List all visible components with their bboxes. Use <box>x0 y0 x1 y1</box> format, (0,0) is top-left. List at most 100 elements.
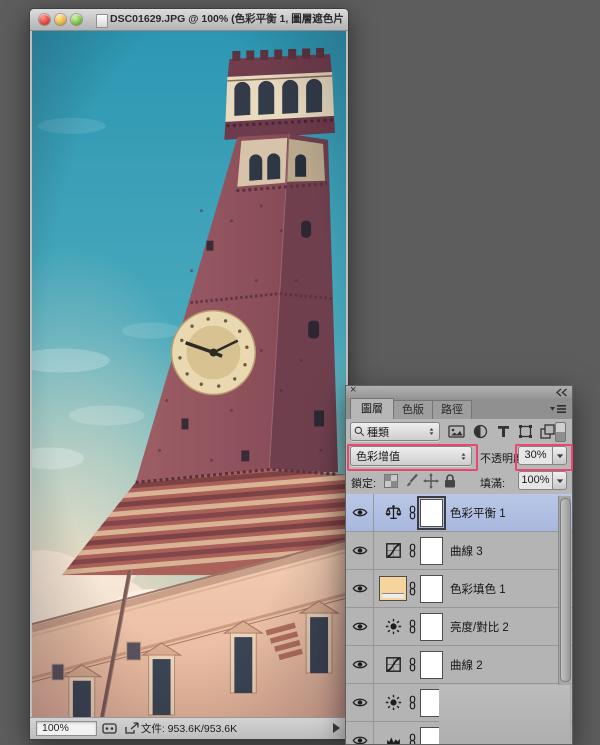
color-balance-icon[interactable] <box>385 504 402 521</box>
blend-row: 色彩增值 不透明度: 30% <box>346 444 573 471</box>
layer-icon-holder[interactable] <box>379 608 407 645</box>
tab-channels[interactable]: 色版 <box>393 400 433 419</box>
search-icon <box>354 426 365 437</box>
layer-icon-holder[interactable] <box>379 646 407 683</box>
filter-kind-dropdown[interactable]: 種類 <box>350 422 440 441</box>
eye-icon[interactable] <box>352 659 368 670</box>
layer-name: 色彩平衡 1 <box>450 507 506 520</box>
mask-link-icon[interactable] <box>408 543 417 558</box>
eye-icon[interactable] <box>352 735 368 744</box>
layer-icon-holder[interactable] <box>379 570 407 607</box>
minimize-button[interactable] <box>55 14 66 25</box>
layer-mask-thumbnail[interactable] <box>417 496 446 530</box>
layer-name: 曲線 3 <box>450 545 483 558</box>
panel-menu-icon[interactable] <box>549 403 567 415</box>
eye-icon[interactable] <box>352 507 368 518</box>
layers-list: 色彩平衡 1 曲線 3 色彩填色 1 亮度/對比 2 曲線 2 <box>346 494 572 744</box>
lock-transparency-icon[interactable] <box>383 473 399 489</box>
status-bar: 100% 文件: 953.6K/953.6K <box>30 717 348 739</box>
layer-icon-holder[interactable] <box>379 722 407 744</box>
panel-close-icon[interactable]: × <box>350 384 356 396</box>
layer-name: 曲線 2 <box>450 659 483 672</box>
type-layers-filter-icon[interactable] <box>495 423 512 440</box>
filter-row: 種類 <box>346 419 572 444</box>
layer-name: 亮度/對比 2 <box>450 621 509 634</box>
pixel-layers-filter-icon[interactable] <box>448 423 465 440</box>
visibility-cell[interactable] <box>346 532 374 569</box>
layer-name: 色彩填色 1 <box>450 583 506 596</box>
layer-icon-holder[interactable] <box>379 684 407 721</box>
layer-mask-thumbnail[interactable] <box>420 651 443 679</box>
layers-panel: × 圖層 色版 路徑 種類 色彩增值 不透明度: 30% 鎖定: 填滿: 100… <box>345 384 573 745</box>
mask-link-icon[interactable] <box>408 733 417 744</box>
mask-link-icon[interactable] <box>408 505 417 520</box>
close-button[interactable] <box>39 14 50 25</box>
curves-icon[interactable] <box>385 656 402 673</box>
layer-mask-thumbnail[interactable] <box>420 537 443 565</box>
visibility-cell[interactable] <box>346 684 374 721</box>
layer-row[interactable]: 色彩填色 1 <box>346 570 572 608</box>
layer-mask-thumbnail[interactable] <box>420 613 443 641</box>
smart-objects-filter-icon[interactable] <box>539 423 556 440</box>
visibility-cell[interactable] <box>346 570 374 607</box>
mask-link-icon[interactable] <box>408 619 417 634</box>
visibility-cell[interactable] <box>346 608 374 645</box>
lock-all-icon[interactable] <box>442 473 458 489</box>
adjustment-layers-filter-icon[interactable] <box>472 423 489 440</box>
panel-tab-bar: 圖層 色版 路徑 <box>346 398 572 420</box>
levels-icon[interactable] <box>385 732 402 744</box>
shape-layers-filter-icon[interactable] <box>517 423 534 440</box>
lock-row: 鎖定: 填滿: 100% <box>346 469 572 495</box>
mask-link-icon[interactable] <box>408 695 417 710</box>
layer-row[interactable]: 亮度/對比 2 <box>346 608 572 646</box>
status-options-arrow[interactable] <box>333 723 340 733</box>
fill-value[interactable]: 100% <box>518 471 552 490</box>
collapse-panel-icon[interactable] <box>555 388 568 397</box>
layer-icon-holder[interactable] <box>379 532 407 569</box>
mask-link-icon[interactable] <box>408 657 417 672</box>
document-size-status: 文件: 953.6K/953.6K <box>140 723 238 735</box>
lock-label: 鎖定: <box>351 478 377 490</box>
tab-paths[interactable]: 路徑 <box>432 400 472 419</box>
visibility-cell[interactable] <box>346 646 374 683</box>
eye-icon[interactable] <box>352 621 368 632</box>
screenshot-root: { "ui_colors": { "annotation_highlight":… <box>0 0 600 745</box>
photo-image <box>32 31 346 718</box>
eye-icon[interactable] <box>352 697 368 708</box>
covered-region <box>439 685 570 744</box>
visibility-cell[interactable] <box>346 722 374 744</box>
layer-row[interactable]: 曲線 3 <box>346 532 572 570</box>
window-title: DSC01629.JPG @ 100% (色彩平衡 1, 圖層遮色片/8) * <box>110 13 344 25</box>
color-fill-thumbnail[interactable] <box>379 576 407 601</box>
layer-row[interactable]: 曲線 2 <box>346 646 572 684</box>
updown-arrows-icon <box>459 451 468 462</box>
updown-arrows-icon <box>427 426 436 437</box>
filtering-toggle[interactable] <box>555 422 566 442</box>
eye-icon[interactable] <box>352 583 368 594</box>
fill-thumbnail-slider <box>382 593 404 598</box>
layer-mask-thumbnail[interactable] <box>420 575 443 603</box>
photo-canvas[interactable] <box>32 31 346 718</box>
eye-icon[interactable] <box>352 545 368 556</box>
layer-row[interactable]: 色彩平衡 1 <box>346 494 572 532</box>
opacity-value[interactable]: 30% <box>518 446 552 465</box>
window-titlebar[interactable]: DSC01629.JPG @ 100% (色彩平衡 1, 圖層遮色片/8) * <box>30 9 348 31</box>
zoom-button[interactable] <box>71 14 82 25</box>
blend-mode-dropdown[interactable]: 色彩增值 <box>350 446 472 466</box>
opacity-dropdown-button[interactable] <box>552 446 567 465</box>
brightness-contrast-icon[interactable] <box>385 618 402 635</box>
visibility-cell[interactable] <box>346 494 374 531</box>
layer-icon-holder[interactable] <box>379 494 407 531</box>
tab-layers[interactable]: 圖層 <box>350 398 394 419</box>
document-icon <box>96 14 108 28</box>
lock-position-icon[interactable] <box>423 473 439 489</box>
fill-combo[interactable]: 100% <box>518 471 567 490</box>
fill-dropdown-button[interactable] <box>552 471 567 490</box>
opacity-combo[interactable]: 30% <box>518 446 567 465</box>
document-window: DSC01629.JPG @ 100% (色彩平衡 1, 圖層遮色片/8) * <box>29 8 349 740</box>
brightness-contrast-icon[interactable] <box>385 694 402 711</box>
mask-link-icon[interactable] <box>408 581 417 596</box>
curves-icon[interactable] <box>385 542 402 559</box>
lock-paint-icon[interactable] <box>403 473 419 489</box>
scrollbar-thumb[interactable] <box>560 498 571 682</box>
